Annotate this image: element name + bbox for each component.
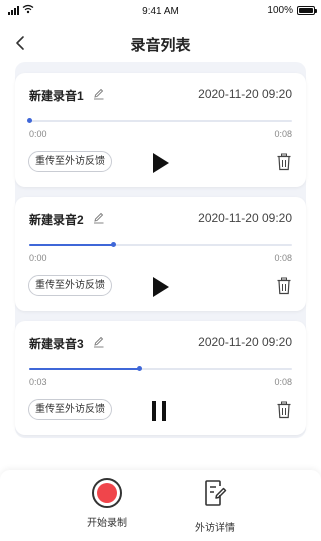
edit-icon[interactable] — [93, 212, 105, 224]
screen: 9:41 AM 100% 录音列表 新建录音1 2020-11-20 09:20… — [0, 0, 321, 541]
play-icon[interactable] — [149, 276, 171, 298]
recording-date: 2020-11-20 09:20 — [198, 87, 292, 101]
trash-icon[interactable] — [276, 153, 292, 171]
current-time: 0:03 — [29, 377, 47, 387]
progress-fill — [29, 368, 140, 370]
recording-date: 2020-11-20 09:20 — [198, 211, 292, 225]
current-time: 0:00 — [29, 129, 47, 139]
recording-name: 新建录音2 — [29, 213, 84, 227]
battery-percent: 100% — [267, 5, 293, 16]
pause-icon[interactable] — [149, 400, 171, 422]
recording-name: 新建录音1 — [29, 89, 84, 103]
battery-icon — [297, 6, 317, 15]
document-edit-icon — [205, 480, 227, 506]
resend-button[interactable]: 重传至外访反馈 — [28, 275, 112, 296]
visit-detail-button[interactable]: 外访详情 — [175, 478, 255, 534]
edit-icon[interactable] — [93, 88, 105, 100]
progress-handle[interactable] — [27, 118, 32, 123]
record-icon — [92, 478, 122, 508]
recording-card-1: 新建录音1 2020-11-20 09:20 0:00 0:08 重传至外访反馈 — [15, 73, 306, 187]
current-time: 0:00 — [29, 253, 47, 263]
recording-name: 新建录音3 — [29, 337, 84, 351]
progress-bar[interactable] — [29, 366, 292, 371]
duration: 0:08 — [274, 377, 292, 387]
nav-bar: 录音列表 — [0, 22, 321, 66]
bottom-toolbar: 开始录制 外访详情 — [0, 470, 321, 541]
recording-date: 2020-11-20 09:20 — [198, 335, 292, 349]
play-icon[interactable] — [149, 152, 171, 174]
trash-icon[interactable] — [276, 401, 292, 419]
duration: 0:08 — [274, 129, 292, 139]
progress-bar[interactable] — [27, 118, 292, 123]
start-recording-button[interactable]: 开始录制 — [67, 478, 147, 529]
resend-button[interactable]: 重传至外访反馈 — [28, 399, 112, 420]
trash-icon[interactable] — [276, 277, 292, 295]
progress-fill — [29, 244, 114, 246]
progress-handle[interactable] — [137, 366, 143, 371]
page-title: 录音列表 — [130, 37, 191, 54]
resend-button[interactable]: 重传至外访反馈 — [28, 151, 112, 172]
duration: 0:08 — [274, 253, 292, 263]
visit-detail-label: 外访详情 — [195, 523, 235, 534]
recording-card-3: 新建录音3 2020-11-20 09:20 0:03 0:08 重传至外访反馈 — [15, 321, 306, 435]
start-recording-label: 开始录制 — [87, 518, 127, 529]
status-bar: 9:41 AM 100% — [0, 0, 321, 22]
progress-handle[interactable] — [111, 242, 117, 247]
edit-icon[interactable] — [93, 336, 105, 348]
progress-bar[interactable] — [29, 242, 292, 247]
recording-card-2: 新建录音2 2020-11-20 09:20 0:00 0:08 重传至外访反馈 — [15, 197, 306, 311]
